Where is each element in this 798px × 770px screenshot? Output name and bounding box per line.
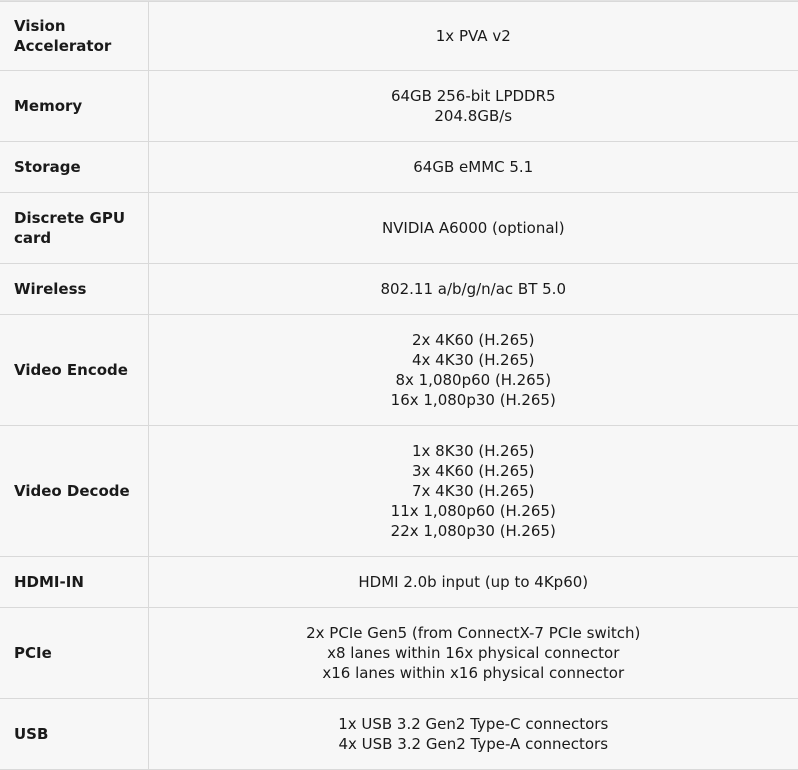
row-value-storage: 64GB eMMC 5.1 — [148, 142, 798, 193]
row-label-vision-accelerator: Vision Accelerator — [0, 2, 148, 71]
table-row: Video Decode 1x 8K30 (H.265) 3x 4K60 (H.… — [0, 426, 798, 557]
table-row: USB 1x USB 3.2 Gen2 Type-C connectors 4x… — [0, 699, 798, 770]
value-line: 8x 1,080p60 (H.265) — [149, 370, 798, 390]
value-line: 7x 4K30 (H.265) — [149, 481, 798, 501]
row-value-hdmi-in: HDMI 2.0b input (up to 4Kp60) — [148, 557, 798, 608]
value-line: HDMI 2.0b input (up to 4Kp60) — [149, 572, 798, 592]
table-row: Wireless 802.11 a/b/g/n/ac BT 5.0 — [0, 264, 798, 315]
value-line: 1x PVA v2 — [149, 26, 798, 46]
value-line: 204.8GB/s — [149, 106, 798, 126]
spec-table: Vision Accelerator 1x PVA v2 Memory 64GB… — [0, 1, 798, 770]
value-line: 1x 8K30 (H.265) — [149, 441, 798, 461]
table-row: PCIe 2x PCIe Gen5 (from ConnectX-7 PCIe … — [0, 608, 798, 699]
value-line: 4x USB 3.2 Gen2 Type-A connectors — [149, 734, 798, 754]
table-row: HDMI-IN HDMI 2.0b input (up to 4Kp60) — [0, 557, 798, 608]
row-value-video-decode: 1x 8K30 (H.265) 3x 4K60 (H.265) 7x 4K30 … — [148, 426, 798, 557]
row-label-hdmi-in: HDMI-IN — [0, 557, 148, 608]
row-label-video-decode: Video Decode — [0, 426, 148, 557]
value-line: 22x 1,080p30 (H.265) — [149, 521, 798, 541]
value-line: x16 lanes within x16 physical connector — [149, 663, 798, 683]
row-label-storage: Storage — [0, 142, 148, 193]
value-line: 2x 4K60 (H.265) — [149, 330, 798, 350]
row-value-vision-accelerator: 1x PVA v2 — [148, 2, 798, 71]
row-value-usb: 1x USB 3.2 Gen2 Type-C connectors 4x USB… — [148, 699, 798, 770]
row-value-video-encode: 2x 4K60 (H.265) 4x 4K30 (H.265) 8x 1,080… — [148, 315, 798, 426]
value-line: 16x 1,080p30 (H.265) — [149, 390, 798, 410]
table-row: Memory 64GB 256-bit LPDDR5 204.8GB/s — [0, 71, 798, 142]
value-line: 4x 4K30 (H.265) — [149, 350, 798, 370]
row-label-pcie: PCIe — [0, 608, 148, 699]
value-line: 3x 4K60 (H.265) — [149, 461, 798, 481]
table-row: Video Encode 2x 4K60 (H.265) 4x 4K30 (H.… — [0, 315, 798, 426]
row-value-discrete-gpu-card: NVIDIA A6000 (optional) — [148, 193, 798, 264]
value-line: x8 lanes within 16x physical connector — [149, 643, 798, 663]
row-label-discrete-gpu-card: Discrete GPU card — [0, 193, 148, 264]
row-value-pcie: 2x PCIe Gen5 (from ConnectX-7 PCIe switc… — [148, 608, 798, 699]
row-label-wireless: Wireless — [0, 264, 148, 315]
table-row: Vision Accelerator 1x PVA v2 — [0, 2, 798, 71]
value-line: 1x USB 3.2 Gen2 Type-C connectors — [149, 714, 798, 734]
row-value-memory: 64GB 256-bit LPDDR5 204.8GB/s — [148, 71, 798, 142]
value-line: 64GB 256-bit LPDDR5 — [149, 86, 798, 106]
value-line: NVIDIA A6000 (optional) — [149, 218, 798, 238]
value-line: 11x 1,080p60 (H.265) — [149, 501, 798, 521]
value-line: 2x PCIe Gen5 (from ConnectX-7 PCIe switc… — [149, 623, 798, 643]
value-line: 802.11 a/b/g/n/ac BT 5.0 — [149, 279, 798, 299]
row-value-wireless: 802.11 a/b/g/n/ac BT 5.0 — [148, 264, 798, 315]
value-line: 64GB eMMC 5.1 — [149, 157, 798, 177]
row-label-usb: USB — [0, 699, 148, 770]
table-row: Discrete GPU card NVIDIA A6000 (optional… — [0, 193, 798, 264]
row-label-memory: Memory — [0, 71, 148, 142]
table-row: Storage 64GB eMMC 5.1 — [0, 142, 798, 193]
row-label-video-encode: Video Encode — [0, 315, 148, 426]
